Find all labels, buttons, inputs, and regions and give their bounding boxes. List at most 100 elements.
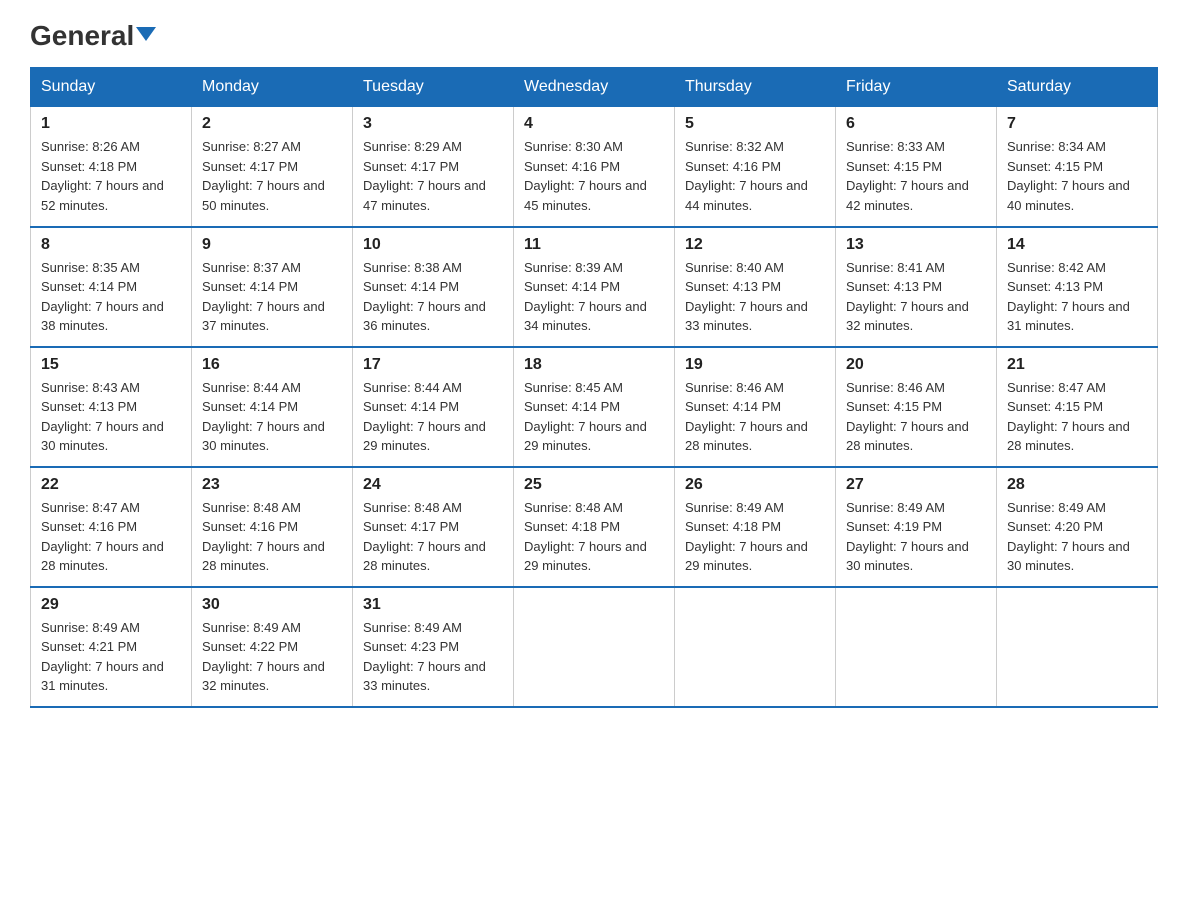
day-number: 13 — [846, 236, 986, 254]
day-info: Sunrise: 8:49 AMSunset: 4:19 PMDaylight:… — [846, 500, 969, 574]
day-number: 10 — [363, 236, 503, 254]
day-info: Sunrise: 8:27 AMSunset: 4:17 PMDaylight:… — [202, 139, 325, 213]
day-info: Sunrise: 8:33 AMSunset: 4:15 PMDaylight:… — [846, 139, 969, 213]
day-info: Sunrise: 8:48 AMSunset: 4:17 PMDaylight:… — [363, 500, 486, 574]
day-info: Sunrise: 8:29 AMSunset: 4:17 PMDaylight:… — [363, 139, 486, 213]
day-number: 25 — [524, 476, 664, 494]
day-number: 17 — [363, 356, 503, 374]
calendar-week-2: 8 Sunrise: 8:35 AMSunset: 4:14 PMDayligh… — [31, 227, 1158, 347]
day-number: 2 — [202, 115, 342, 133]
calendar-week-5: 29 Sunrise: 8:49 AMSunset: 4:21 PMDaylig… — [31, 587, 1158, 707]
day-number: 11 — [524, 236, 664, 254]
day-info: Sunrise: 8:42 AMSunset: 4:13 PMDaylight:… — [1007, 260, 1130, 334]
day-info: Sunrise: 8:47 AMSunset: 4:16 PMDaylight:… — [41, 500, 164, 574]
calendar-cell: 18 Sunrise: 8:45 AMSunset: 4:14 PMDaylig… — [514, 347, 675, 467]
calendar-cell — [514, 587, 675, 707]
day-number: 26 — [685, 476, 825, 494]
day-info: Sunrise: 8:41 AMSunset: 4:13 PMDaylight:… — [846, 260, 969, 334]
weekday-header-sunday: Sunday — [31, 68, 192, 107]
logo-text: General — [30, 20, 156, 52]
calendar-cell: 30 Sunrise: 8:49 AMSunset: 4:22 PMDaylig… — [192, 587, 353, 707]
day-number: 5 — [685, 115, 825, 133]
calendar-cell: 26 Sunrise: 8:49 AMSunset: 4:18 PMDaylig… — [675, 467, 836, 587]
day-number: 9 — [202, 236, 342, 254]
weekday-header-saturday: Saturday — [997, 68, 1158, 107]
calendar-cell: 11 Sunrise: 8:39 AMSunset: 4:14 PMDaylig… — [514, 227, 675, 347]
calendar-cell: 10 Sunrise: 8:38 AMSunset: 4:14 PMDaylig… — [353, 227, 514, 347]
day-info: Sunrise: 8:47 AMSunset: 4:15 PMDaylight:… — [1007, 380, 1130, 454]
calendar-cell: 16 Sunrise: 8:44 AMSunset: 4:14 PMDaylig… — [192, 347, 353, 467]
calendar-cell: 17 Sunrise: 8:44 AMSunset: 4:14 PMDaylig… — [353, 347, 514, 467]
day-info: Sunrise: 8:49 AMSunset: 4:20 PMDaylight:… — [1007, 500, 1130, 574]
calendar-cell: 23 Sunrise: 8:48 AMSunset: 4:16 PMDaylig… — [192, 467, 353, 587]
weekday-header-thursday: Thursday — [675, 68, 836, 107]
calendar-cell: 1 Sunrise: 8:26 AMSunset: 4:18 PMDayligh… — [31, 107, 192, 227]
day-info: Sunrise: 8:26 AMSunset: 4:18 PMDaylight:… — [41, 139, 164, 213]
day-info: Sunrise: 8:38 AMSunset: 4:14 PMDaylight:… — [363, 260, 486, 334]
day-number: 4 — [524, 115, 664, 133]
day-number: 8 — [41, 236, 181, 254]
calendar-cell: 5 Sunrise: 8:32 AMSunset: 4:16 PMDayligh… — [675, 107, 836, 227]
day-number: 21 — [1007, 356, 1147, 374]
day-number: 24 — [363, 476, 503, 494]
day-number: 29 — [41, 596, 181, 614]
weekday-header-wednesday: Wednesday — [514, 68, 675, 107]
calendar-cell — [675, 587, 836, 707]
logo-triangle-icon — [136, 27, 156, 41]
day-info: Sunrise: 8:44 AMSunset: 4:14 PMDaylight:… — [363, 380, 486, 454]
calendar-week-3: 15 Sunrise: 8:43 AMSunset: 4:13 PMDaylig… — [31, 347, 1158, 467]
day-info: Sunrise: 8:37 AMSunset: 4:14 PMDaylight:… — [202, 260, 325, 334]
day-number: 22 — [41, 476, 181, 494]
calendar-table: SundayMondayTuesdayWednesdayThursdayFrid… — [30, 67, 1158, 708]
day-number: 15 — [41, 356, 181, 374]
day-number: 30 — [202, 596, 342, 614]
day-number: 28 — [1007, 476, 1147, 494]
page-header: General — [30, 20, 1158, 47]
calendar-cell: 2 Sunrise: 8:27 AMSunset: 4:17 PMDayligh… — [192, 107, 353, 227]
calendar-cell: 27 Sunrise: 8:49 AMSunset: 4:19 PMDaylig… — [836, 467, 997, 587]
day-info: Sunrise: 8:48 AMSunset: 4:16 PMDaylight:… — [202, 500, 325, 574]
calendar-cell: 12 Sunrise: 8:40 AMSunset: 4:13 PMDaylig… — [675, 227, 836, 347]
weekday-header-friday: Friday — [836, 68, 997, 107]
calendar-cell: 19 Sunrise: 8:46 AMSunset: 4:14 PMDaylig… — [675, 347, 836, 467]
calendar-cell: 15 Sunrise: 8:43 AMSunset: 4:13 PMDaylig… — [31, 347, 192, 467]
calendar-cell: 22 Sunrise: 8:47 AMSunset: 4:16 PMDaylig… — [31, 467, 192, 587]
calendar-cell: 31 Sunrise: 8:49 AMSunset: 4:23 PMDaylig… — [353, 587, 514, 707]
day-info: Sunrise: 8:35 AMSunset: 4:14 PMDaylight:… — [41, 260, 164, 334]
day-number: 14 — [1007, 236, 1147, 254]
day-number: 27 — [846, 476, 986, 494]
day-info: Sunrise: 8:34 AMSunset: 4:15 PMDaylight:… — [1007, 139, 1130, 213]
day-number: 18 — [524, 356, 664, 374]
calendar-cell: 14 Sunrise: 8:42 AMSunset: 4:13 PMDaylig… — [997, 227, 1158, 347]
calendar-cell: 29 Sunrise: 8:49 AMSunset: 4:21 PMDaylig… — [31, 587, 192, 707]
calendar-cell: 25 Sunrise: 8:48 AMSunset: 4:18 PMDaylig… — [514, 467, 675, 587]
calendar-week-4: 22 Sunrise: 8:47 AMSunset: 4:16 PMDaylig… — [31, 467, 1158, 587]
calendar-cell: 21 Sunrise: 8:47 AMSunset: 4:15 PMDaylig… — [997, 347, 1158, 467]
weekday-header-monday: Monday — [192, 68, 353, 107]
weekday-header-tuesday: Tuesday — [353, 68, 514, 107]
calendar-cell — [836, 587, 997, 707]
calendar-cell: 24 Sunrise: 8:48 AMSunset: 4:17 PMDaylig… — [353, 467, 514, 587]
day-number: 23 — [202, 476, 342, 494]
calendar-cell — [997, 587, 1158, 707]
calendar-cell: 8 Sunrise: 8:35 AMSunset: 4:14 PMDayligh… — [31, 227, 192, 347]
day-number: 7 — [1007, 115, 1147, 133]
day-number: 1 — [41, 115, 181, 133]
day-info: Sunrise: 8:48 AMSunset: 4:18 PMDaylight:… — [524, 500, 647, 574]
day-info: Sunrise: 8:44 AMSunset: 4:14 PMDaylight:… — [202, 380, 325, 454]
day-number: 20 — [846, 356, 986, 374]
day-info: Sunrise: 8:49 AMSunset: 4:18 PMDaylight:… — [685, 500, 808, 574]
calendar-cell: 13 Sunrise: 8:41 AMSunset: 4:13 PMDaylig… — [836, 227, 997, 347]
calendar-header-row: SundayMondayTuesdayWednesdayThursdayFrid… — [31, 68, 1158, 107]
calendar-cell: 4 Sunrise: 8:30 AMSunset: 4:16 PMDayligh… — [514, 107, 675, 227]
day-info: Sunrise: 8:49 AMSunset: 4:23 PMDaylight:… — [363, 620, 486, 694]
day-info: Sunrise: 8:30 AMSunset: 4:16 PMDaylight:… — [524, 139, 647, 213]
calendar-cell: 6 Sunrise: 8:33 AMSunset: 4:15 PMDayligh… — [836, 107, 997, 227]
day-number: 12 — [685, 236, 825, 254]
day-number: 6 — [846, 115, 986, 133]
day-info: Sunrise: 8:40 AMSunset: 4:13 PMDaylight:… — [685, 260, 808, 334]
calendar-cell: 20 Sunrise: 8:46 AMSunset: 4:15 PMDaylig… — [836, 347, 997, 467]
day-info: Sunrise: 8:43 AMSunset: 4:13 PMDaylight:… — [41, 380, 164, 454]
day-number: 31 — [363, 596, 503, 614]
day-info: Sunrise: 8:49 AMSunset: 4:21 PMDaylight:… — [41, 620, 164, 694]
